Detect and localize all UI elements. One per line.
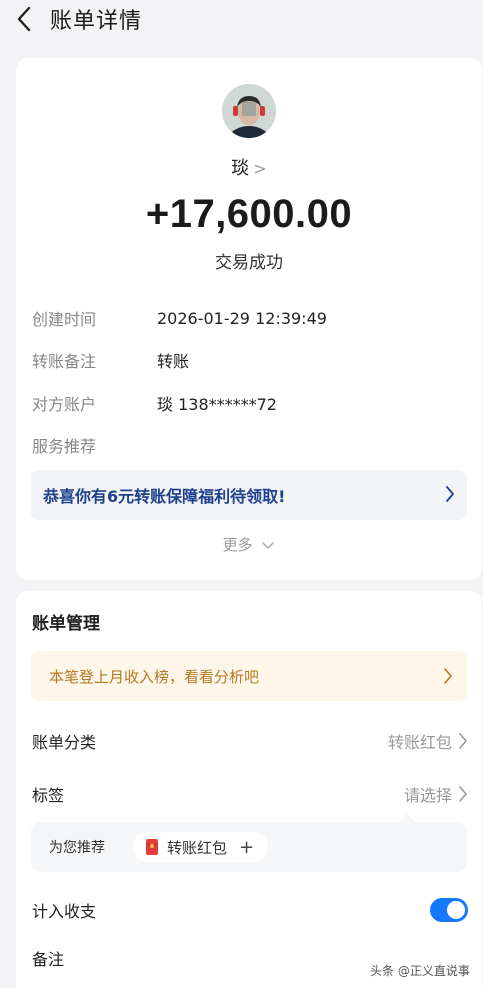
detail-row-account: 对方账户 琰 138******72 [32,390,462,416]
chevron-down-icon [262,541,275,549]
avatar[interactable] [222,84,276,138]
detail-value: 琰 138******72 [157,395,277,414]
tip-text: 本笔登上月收入榜，看看分析吧 [49,667,260,686]
detail-label: 转账备注 [32,352,97,371]
row-value: 请选择 [404,782,468,806]
bill-category-row[interactable]: 账单分类 转账红包 [32,728,468,754]
watermark: 头条 @正义直说事 [370,964,470,978]
detail-label: 对方账户 [32,395,97,414]
chip-label: 转账红包 [167,838,228,857]
detail-row-created: 创建时间 2026-01-29 12:39:49 [32,305,462,331]
tags-value: 请选择 [403,786,452,805]
red-packet-icon [145,839,159,855]
row-label: 标签 [32,786,65,805]
page-title: 账单详情 [50,9,143,34]
promo-text: 恭喜你有6元转账保障福利待领取! [43,487,286,506]
bill-management-card: 账单管理 本笔登上月收入榜，看看分析吧 账单分类 转账红包 标签 请选择 为您推… [16,591,482,988]
recommend-panel: 为您推荐 转账红包 + [31,814,467,872]
income-rank-tip[interactable]: 本笔登上月收入榜，看看分析吧 [31,651,467,701]
tags-row[interactable]: 标签 请选择 [32,781,468,807]
avatar-image [222,84,276,138]
transaction-status: 交易成功 [215,253,283,273]
recommend-label: 为您推荐 [49,840,105,856]
back-button[interactable] [0,0,48,38]
category-value: 转账红包 [387,733,452,752]
detail-label: 服务推荐 [32,437,97,456]
plus-icon: + [239,836,255,858]
top-bar: 账单详情 [0,0,483,38]
row-label: 计入收支 [32,902,97,921]
tag-chip-transfer-redpacket[interactable]: 转账红包 + [133,832,269,862]
detail-label: 创建时间 [32,310,97,329]
promo-banner[interactable]: 恭喜你有6元转账保障福利待领取! [31,470,467,520]
more-button[interactable]: 更多 [16,534,482,555]
section-title: 账单管理 [32,614,100,634]
count-in-toggle[interactable] [430,898,468,922]
transaction-card: 琰 > +17,600.00 交易成功 创建时间 2026-01-29 12:39… [16,58,482,580]
chevron-right-icon: > [253,159,267,178]
row-label: 备注 [32,950,65,969]
chevron-right-icon [446,486,454,502]
row-value: 转账红包 [388,729,468,753]
chevron-right-icon [459,733,467,749]
row-label: 账单分类 [32,733,97,752]
detail-value: 转账 [157,352,190,371]
payee-row[interactable]: 琰 > [16,154,482,180]
payee-name: 琰 [231,158,250,179]
chevron-left-icon [17,6,31,32]
chevron-right-icon [459,786,467,802]
detail-value: 2026-01-29 12:39:49 [157,308,327,328]
detail-row-service: 服务推荐 [32,432,462,458]
more-label: 更多 [222,536,253,554]
detail-row-remark: 转账备注 转账 [32,347,462,373]
amount: +17,600.00 [145,192,353,236]
count-in-row: 计入收支 [32,897,468,923]
chevron-right-icon [444,668,452,684]
